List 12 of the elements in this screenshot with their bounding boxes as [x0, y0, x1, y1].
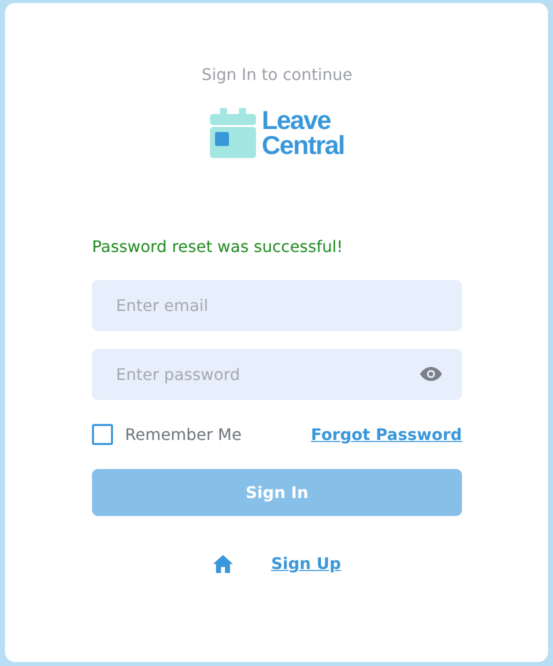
sign-up-link[interactable]: Sign Up	[271, 554, 341, 573]
home-icon[interactable]	[213, 554, 234, 572]
calendar-icon	[210, 108, 256, 158]
forgot-password-link[interactable]: Forgot Password	[310, 425, 462, 444]
eye-icon[interactable]	[420, 367, 442, 381]
success-message: Password reset was successful!	[92, 237, 344, 258]
email-field[interactable]: Enter email	[92, 280, 462, 331]
logo-text: Leave Central	[262, 108, 344, 158]
remember-label: Remember Me	[125, 425, 242, 444]
remember-checkbox[interactable]	[92, 424, 113, 445]
subtitle: Sign In to continue	[202, 65, 352, 86]
password-field[interactable]: Enter password	[92, 349, 462, 400]
